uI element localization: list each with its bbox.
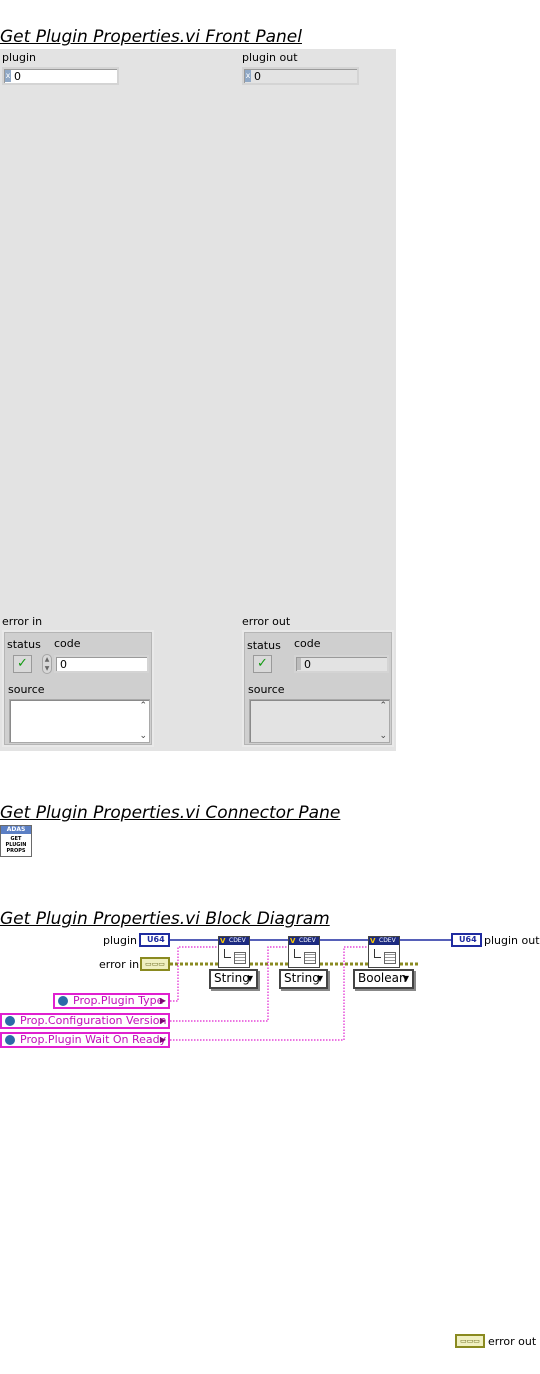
radix-indicator[interactable]: x — [5, 70, 11, 82]
source-field[interactable]: ⌃ ⌄ — [9, 699, 150, 743]
node-header: CDEV — [299, 937, 316, 944]
error-out-terminal-label: error out — [488, 1335, 537, 1348]
arrow-right-icon: ▶ — [159, 996, 166, 1005]
prop-constant-config-version[interactable]: Prop.Configuration Version ▶ — [0, 1013, 170, 1029]
dropdown-arrow-icon: ▼ — [316, 974, 323, 983]
vi-icon-text: GET PLUGIN PROPS — [5, 836, 27, 854]
type-value: Boolean — [358, 971, 407, 985]
plugin-out-terminal-label: plugin out — [484, 934, 540, 947]
type-value: String — [214, 971, 250, 985]
error-in-terminal[interactable]: ▭▭▭ — [140, 957, 170, 971]
error-in-terminal-label: error in — [99, 958, 140, 971]
error-in-label: error in — [2, 615, 43, 628]
code-label: code — [54, 637, 81, 650]
table-icon — [304, 952, 316, 964]
status-label: status — [247, 639, 281, 652]
radix-indicator — [297, 658, 301, 670]
scroll-up-icon[interactable]: ⌃ — [379, 701, 387, 711]
type-selector-1[interactable]: String ▼ — [209, 969, 258, 989]
code-label: code — [294, 637, 321, 650]
status-label: status — [7, 638, 41, 651]
source-indicator: ⌃ ⌄ — [249, 699, 390, 743]
error-in-cluster: status code ✓ ▲ ▼ 0 source ⌃ ⌄ — [2, 630, 154, 747]
front-panel: plugin x 0 plugin out x 0 error in statu… — [0, 49, 396, 751]
scroll-down-icon[interactable]: ⌄ — [379, 731, 387, 741]
constant-text: Prop.Plugin Type — [73, 994, 164, 1007]
error-out-cluster: status code ✓ 0 source ⌃ ⌄ — [242, 630, 394, 747]
dropdown-arrow-icon: ▼ — [402, 974, 409, 983]
scroll-up-icon[interactable]: ⌃ — [139, 701, 147, 711]
node-header: CDEV — [229, 937, 246, 944]
plugin-control[interactable]: x 0 — [2, 67, 119, 85]
status-check-icon: ✓ — [253, 655, 272, 673]
code-increment-decrement[interactable]: ▲ ▼ — [42, 654, 52, 674]
globe-icon — [5, 1016, 15, 1026]
plugin-out-terminal[interactable]: U64 — [451, 933, 482, 947]
code-value: 0 — [304, 658, 311, 671]
get-property-node-3[interactable]: V CDEV — [368, 936, 400, 968]
arrow-right-icon: ▶ — [159, 1016, 166, 1025]
scroll-down-icon[interactable]: ⌄ — [139, 731, 147, 741]
connector-pane-title: Get Plugin Properties.vi Connector Pane — [0, 803, 341, 823]
globe-icon — [5, 1035, 15, 1045]
type-selector-3[interactable]: Boolean ▼ — [353, 969, 414, 989]
prop-constant-wait-on-ready[interactable]: Prop.Plugin Wait On Ready ▶ — [0, 1032, 170, 1048]
plugin-terminal[interactable]: U64 — [139, 933, 170, 947]
plugin-terminal-label: plugin — [103, 934, 138, 947]
type-value: String — [284, 971, 320, 985]
vi-icon: ADAS GET PLUGIN PROPS — [0, 825, 32, 857]
radix-indicator: x — [245, 70, 251, 82]
dropdown-arrow-icon: ▼ — [246, 974, 253, 983]
vi-icon-header: ADAS — [1, 826, 31, 834]
arrow-right-icon: ▶ — [159, 1035, 166, 1044]
code-value: 0 — [60, 658, 67, 671]
source-label: source — [248, 683, 285, 696]
front-panel-title: Get Plugin Properties.vi Front Panel — [0, 27, 302, 47]
code-indicator: 0 — [294, 655, 389, 673]
error-out-label: error out — [242, 615, 291, 628]
node-header: CDEV — [379, 937, 396, 944]
globe-icon — [58, 996, 68, 1006]
get-property-node-2[interactable]: V CDEV — [288, 936, 320, 968]
error-out-terminal[interactable]: ▭▭▭ — [455, 1334, 485, 1348]
prop-constant-plugin-type[interactable]: Prop.Plugin Type ▶ — [53, 993, 170, 1009]
status-check-icon[interactable]: ✓ — [13, 655, 32, 673]
constant-text: Prop.Configuration Version — [20, 1014, 167, 1027]
plugin-value: 0 — [14, 70, 21, 83]
get-property-node-1[interactable]: V CDEV — [218, 936, 250, 968]
plugin-label: plugin — [2, 51, 37, 64]
plugin-out-indicator: x 0 — [242, 67, 359, 85]
constant-text: Prop.Plugin Wait On Ready — [20, 1033, 167, 1046]
code-field[interactable]: 0 — [54, 655, 149, 673]
source-label: source — [8, 683, 45, 696]
plugin-out-value: 0 — [254, 70, 261, 83]
table-icon — [234, 952, 246, 964]
prop-wire-3 — [170, 946, 368, 1041]
table-icon — [384, 952, 396, 964]
plugin-out-label: plugin out — [242, 51, 298, 64]
type-selector-2[interactable]: String ▼ — [279, 969, 328, 989]
